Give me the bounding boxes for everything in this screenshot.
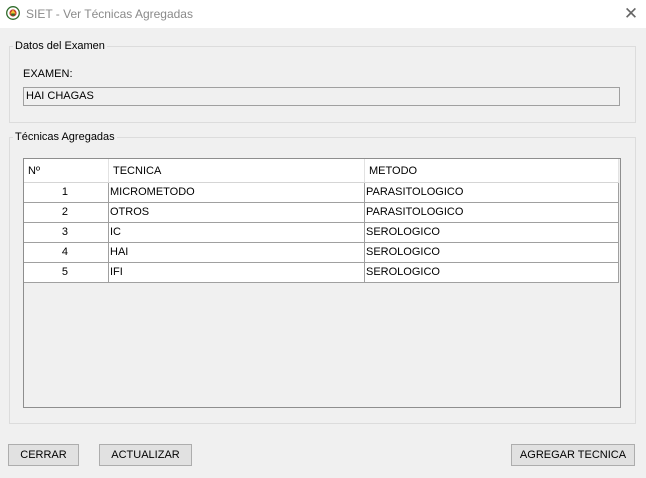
table-row[interactable]: 2 OTROS PARASITOLOGICO [24,203,619,223]
cell-metodo[interactable]: SEROLOGICO [365,223,619,243]
window-title: SIET - Ver Técnicas Agregadas [26,7,193,21]
cell-numero[interactable]: 4 [24,243,109,263]
cell-numero[interactable]: 2 [24,203,109,223]
siet-logo-icon [6,6,20,20]
cell-metodo[interactable]: PARASITOLOGICO [365,203,619,223]
examen-label: EXAMEN: [23,68,73,80]
cell-metodo[interactable]: SEROLOGICO [365,243,619,263]
examen-field: HAI CHAGAS [23,87,620,106]
cell-tecnica[interactable]: HAI [109,243,365,263]
cell-numero[interactable]: 1 [24,183,109,203]
cell-metodo[interactable]: SEROLOGICO [365,263,619,283]
column-header-tecnica[interactable]: TECNICA [109,159,365,183]
cerrar-button[interactable]: CERRAR [8,444,79,466]
cell-metodo[interactable]: PARASITOLOGICO [365,183,619,203]
cell-tecnica[interactable]: OTROS [109,203,365,223]
cell-tecnica[interactable]: IFI [109,263,365,283]
column-header-numero[interactable]: Nº [24,159,109,183]
cell-numero[interactable]: 5 [24,263,109,283]
agregar-tecnica-button[interactable]: AGREGAR TECNICA [511,444,635,466]
close-button[interactable]: ✕ [616,0,646,28]
table-row[interactable]: 5 IFI SEROLOGICO [24,263,619,283]
datos-examen-group: Datos del Examen [9,40,636,123]
title-bar: SIET - Ver Técnicas Agregadas ✕ [0,0,646,28]
cell-tecnica[interactable]: IC [109,223,365,243]
table-row[interactable]: 4 HAI SEROLOGICO [24,243,619,263]
close-icon: ✕ [623,4,639,23]
cell-tecnica[interactable]: MICROMETODO [109,183,365,203]
cell-numero[interactable]: 3 [24,223,109,243]
datos-examen-legend: Datos del Examen [15,40,105,52]
tecnicas-grid[interactable]: Nº TECNICA METODO 1 MICROMETODO PARASITO… [23,158,621,408]
actualizar-button[interactable]: ACTUALIZAR [99,444,192,466]
table-row[interactable]: 3 IC SEROLOGICO [24,223,619,243]
tecnicas-legend: Técnicas Agregadas [15,131,115,143]
table-row[interactable]: 1 MICROMETODO PARASITOLOGICO [24,183,619,203]
column-header-metodo[interactable]: METODO [365,159,619,183]
